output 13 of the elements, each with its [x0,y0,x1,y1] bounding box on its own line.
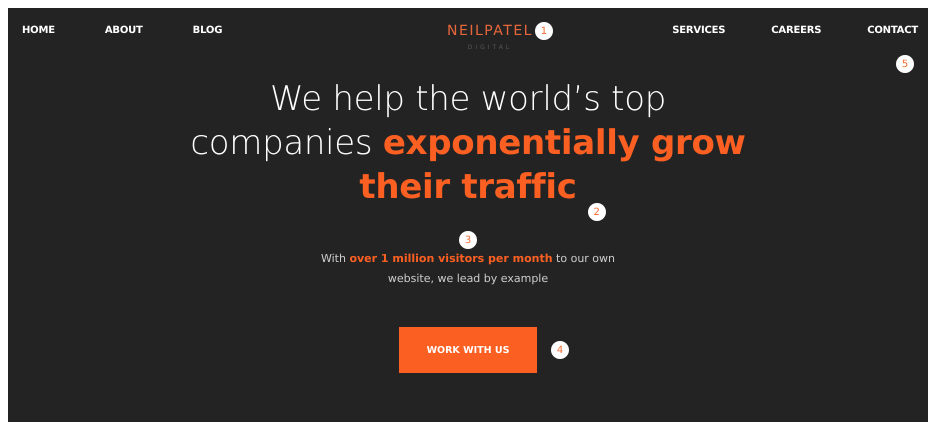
nav-link[interactable]: CONTACT [867,25,918,36]
annotation-marker: 1 [534,22,553,40]
nav-link[interactable]: CAREERS [771,25,822,36]
hero-subtext: With over 1 million visitors per month to our own website, we lead by example [320,251,616,287]
annotation-marker: 5 [896,55,914,73]
annotation-marker: 2 [588,203,606,221]
logo-wordmark[interactable]: NEILPATEL [447,23,533,39]
nav-link[interactable]: SERVICES [672,25,726,36]
nav-link[interactable]: ABOUT [104,25,143,36]
annotation-marker: 4 [551,341,569,359]
annotation-marker: 3 [459,231,477,249]
nav-link[interactable]: BLOG [192,25,222,36]
nav-link[interactable]: HOME [22,25,55,36]
